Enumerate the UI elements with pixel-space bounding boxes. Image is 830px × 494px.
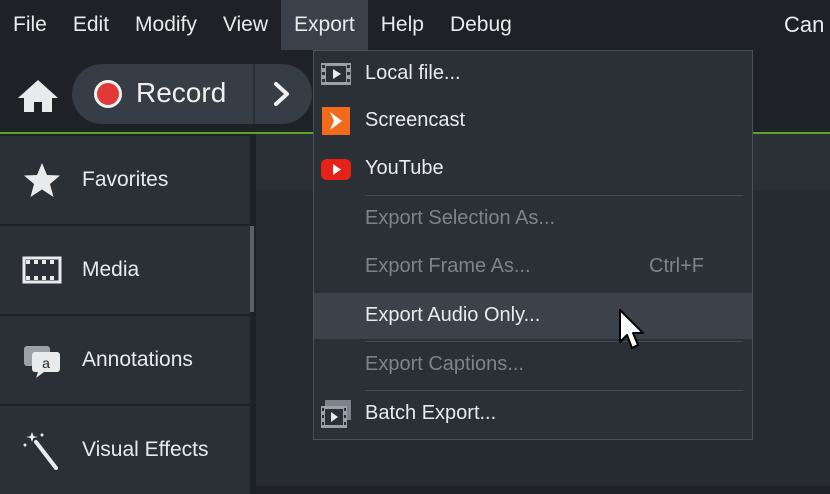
- menu-edit[interactable]: Edit: [60, 0, 122, 50]
- screencast-icon: [322, 107, 350, 135]
- star-icon: [24, 163, 60, 197]
- menu-file[interactable]: File: [0, 0, 60, 50]
- app-title: Can: [784, 12, 825, 37]
- menu-export[interactable]: Export: [281, 0, 368, 50]
- export-screencast-item[interactable]: Screencast: [314, 98, 752, 144]
- export-menu-dropdown: Local file... Screencast YouTube Export …: [313, 50, 753, 440]
- export-item-label: Export Audio Only...: [365, 304, 541, 326]
- sidebar-item-media[interactable]: Media: [0, 226, 250, 314]
- export-frame-as-item[interactable]: Export Frame As... Ctrl+F: [314, 244, 752, 290]
- export-item-label: Export Captions...: [365, 353, 524, 375]
- export-item-label: Export Frame As...: [365, 255, 531, 277]
- export-item-label: Local file...: [365, 62, 461, 84]
- export-item-label: Batch Export...: [365, 402, 497, 424]
- film-icon: [22, 256, 62, 284]
- home-icon[interactable]: [16, 78, 60, 114]
- mouse-cursor-icon: [619, 309, 644, 349]
- chevron-right-icon[interactable]: [270, 80, 294, 108]
- export-item-label: Screencast: [365, 109, 466, 131]
- record-dot-icon: [94, 80, 122, 108]
- film-icon: [321, 63, 351, 85]
- sidebar-scrollbar[interactable]: [250, 226, 254, 312]
- shortcut-label: Ctrl+F: [649, 255, 704, 277]
- batch-film-icon: [321, 400, 351, 428]
- annotation-icon: a: [24, 346, 60, 378]
- menu-debug[interactable]: Debug: [437, 0, 525, 50]
- sidebar-item-favorites[interactable]: Favorites: [0, 136, 250, 224]
- menu-view[interactable]: View: [210, 0, 281, 50]
- sidebar-item-label: Favorites: [82, 168, 169, 191]
- sidebar-item-label: Annotations: [82, 348, 193, 371]
- magic-wand-icon: [23, 432, 58, 470]
- export-youtube-item[interactable]: YouTube: [314, 146, 752, 192]
- sidebar-item-visual-effects[interactable]: Visual Effects: [0, 406, 250, 494]
- export-batch-item[interactable]: Batch Export...: [314, 391, 752, 437]
- menu-help[interactable]: Help: [368, 0, 437, 50]
- export-captions-item[interactable]: Export Captions...: [314, 342, 752, 388]
- record-label: Record: [136, 77, 227, 108]
- export-item-label: YouTube: [365, 157, 444, 179]
- export-audio-only-item[interactable]: Export Audio Only...: [314, 293, 752, 339]
- sidebar-item-annotations[interactable]: a Annotations: [0, 316, 250, 404]
- sidebar-item-label: Media: [82, 258, 140, 281]
- export-local-file-item[interactable]: Local file...: [314, 51, 752, 97]
- svg-text:a: a: [42, 355, 50, 371]
- export-item-label: Export Selection As...: [365, 207, 556, 229]
- menu-modify[interactable]: Modify: [122, 0, 210, 50]
- youtube-icon: [321, 159, 351, 180]
- sidebar-item-label: Visual Effects: [82, 438, 209, 461]
- menu-bar: File Edit Modify View Export Help Debug: [0, 0, 830, 50]
- export-selection-as-item[interactable]: Export Selection As...: [314, 196, 752, 242]
- record-pill-divider: [253, 64, 255, 124]
